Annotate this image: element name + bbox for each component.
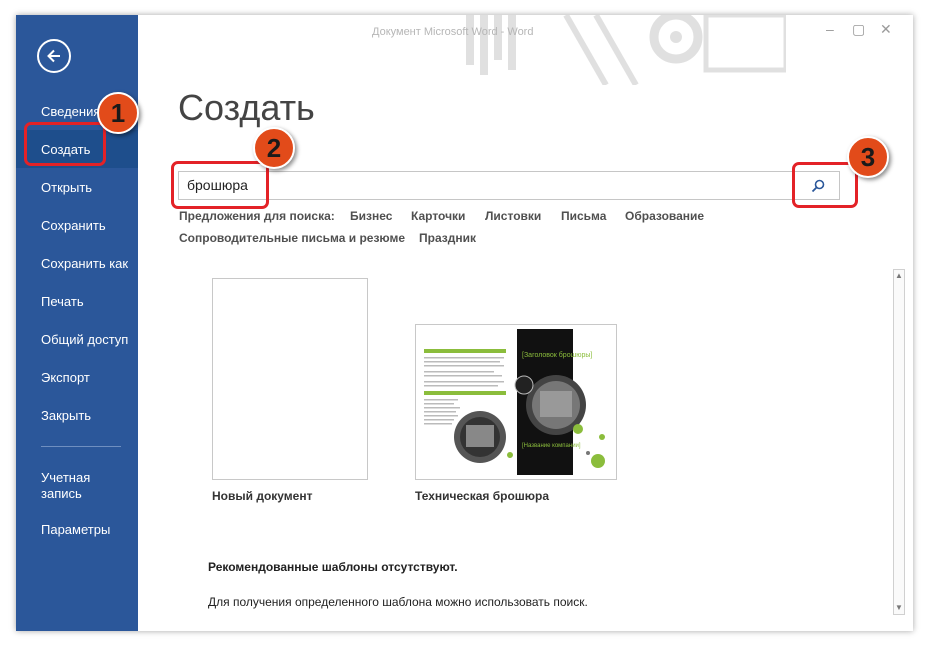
suggestion-link[interactable]: Праздник bbox=[419, 231, 476, 245]
callout-frame-new bbox=[24, 122, 106, 166]
sidebar-item-export[interactable]: Экспорт bbox=[16, 358, 138, 396]
suggestion-link[interactable]: Письма bbox=[561, 209, 606, 223]
suggestion-link[interactable]: Бизнес bbox=[350, 209, 392, 223]
callout-badge: 3 bbox=[847, 136, 889, 178]
no-templates-title: Рекомендованные шаблоны отсутствуют. bbox=[208, 560, 458, 574]
restore-button[interactable]: ▢ bbox=[852, 21, 865, 38]
arrow-left-icon bbox=[47, 49, 60, 63]
brochure-preview: [Заголовок брошюры] [Название компании] bbox=[416, 325, 616, 479]
sidebar-item-share[interactable]: Общий доступ bbox=[16, 320, 138, 358]
sidebar-item-close[interactable]: Закрыть bbox=[16, 396, 138, 434]
close-button[interactable]: ✕ bbox=[880, 21, 892, 38]
svg-text:[Заголовок брошюры]: [Заголовок брошюры] bbox=[522, 351, 592, 359]
suggestion-link[interactable]: Сопроводительные письма и резюме bbox=[179, 231, 405, 245]
callout-frame-search bbox=[171, 161, 269, 209]
template-label: Техническая брошюра bbox=[415, 489, 550, 503]
sidebar-item-options[interactable]: Параметры bbox=[16, 510, 138, 548]
scroll-down-arrow-icon[interactable]: ▼ bbox=[895, 604, 903, 612]
suggestion-link[interactable]: Образование bbox=[625, 209, 704, 223]
minimize-button[interactable]: – bbox=[826, 21, 834, 37]
suggestion-link[interactable]: Карточки bbox=[411, 209, 465, 223]
window-title: Документ Microsoft Word - Word bbox=[372, 26, 534, 38]
no-templates-hint: Для получения определенного шаблона можн… bbox=[208, 595, 588, 609]
svg-text:[Название компании]: [Название компании] bbox=[522, 443, 581, 449]
word-backstage-window: Сведения Создать Открыть Сохранить Сохра… bbox=[16, 15, 913, 631]
suggestions-label: Предложения для поиска: bbox=[179, 209, 335, 223]
page-title: Создать bbox=[178, 87, 315, 128]
scroll-up-arrow-icon[interactable]: ▲ bbox=[895, 272, 903, 280]
tech-brochure-template[interactable]: [Заголовок брошюры] [Название компании] bbox=[415, 324, 617, 480]
sidebar-item-account[interactable]: Учетная запись bbox=[16, 464, 106, 508]
suggestion-link[interactable]: Листовки bbox=[485, 209, 541, 223]
callout-badge: 2 bbox=[253, 127, 295, 169]
template-search-input[interactable]: брошюра bbox=[178, 171, 840, 200]
callout-frame-search-button bbox=[792, 162, 858, 208]
sidebar-item-print[interactable]: Печать bbox=[16, 282, 138, 320]
template-label: Новый документ bbox=[212, 489, 313, 503]
blank-document-template[interactable] bbox=[212, 278, 368, 480]
back-button[interactable] bbox=[37, 39, 71, 73]
sidebar-item-save-as[interactable]: Сохранить как bbox=[16, 244, 138, 282]
sidebar-item-open[interactable]: Открыть bbox=[16, 168, 138, 206]
vertical-scrollbar[interactable]: ▲ ▼ bbox=[893, 269, 905, 615]
callout-badge: 1 bbox=[97, 92, 139, 134]
sidebar-item-save[interactable]: Сохранить bbox=[16, 206, 138, 244]
sidebar-divider bbox=[41, 446, 121, 447]
